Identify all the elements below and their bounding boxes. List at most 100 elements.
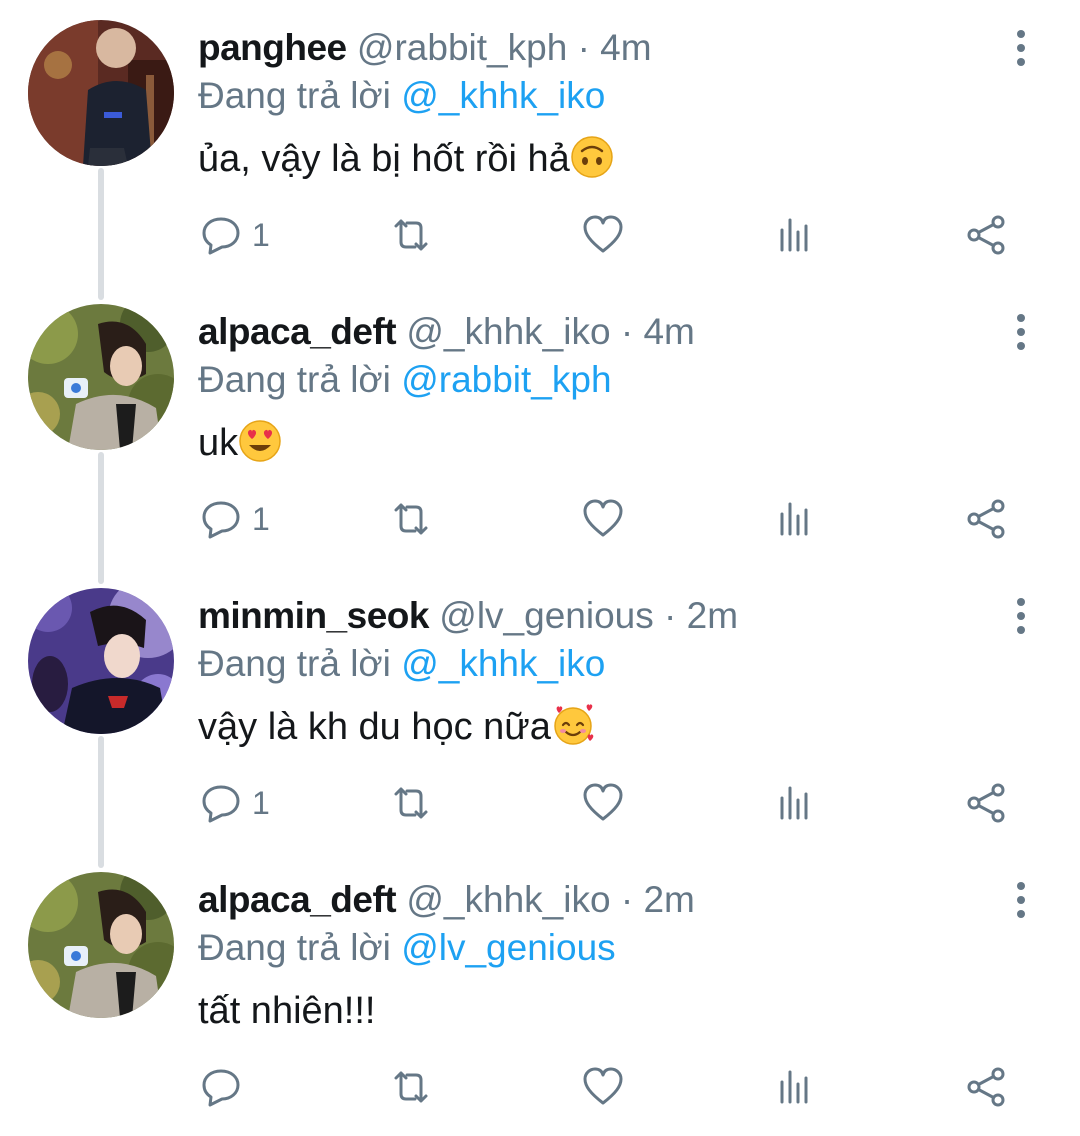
timestamp[interactable]: 2m: [643, 879, 694, 920]
replying-prefix: Đang trả lời: [198, 359, 391, 400]
share-icon: [967, 1067, 1005, 1107]
like-button[interactable]: [580, 778, 626, 828]
tweet[interactable]: panghee @rabbit_kph · 4m Đang trả lời @_…: [0, 0, 1080, 284]
retweet-button[interactable]: [388, 494, 434, 544]
tweet[interactable]: alpaca_deft @_khhk_iko · 4m Đang trả lời…: [0, 284, 1080, 568]
user-handle[interactable]: @lv_genious: [439, 595, 653, 636]
tweet[interactable]: minmin_seok @lv_genious · 2m Đang trả lờ…: [0, 568, 1080, 852]
analytics-icon: [780, 786, 808, 820]
more-vertical-icon: [1017, 598, 1025, 634]
reply-bubble-icon: [202, 785, 240, 823]
reply-bubble-icon: [202, 1069, 240, 1107]
replying-mention[interactable]: @lv_genious: [401, 927, 615, 968]
replying-to: Đang trả lời @_khhk_iko: [198, 72, 605, 120]
tweet-header: minmin_seok @lv_genious · 2m: [198, 592, 738, 640]
tweet[interactable]: alpaca_deft @_khhk_iko · 2m Đang trả lời…: [0, 852, 1080, 1136]
smiling-face-with-hearts-emoji: [551, 703, 595, 747]
like-button[interactable]: [580, 494, 626, 544]
reply-button[interactable]: 1: [198, 210, 270, 260]
reply-button[interactable]: [198, 1062, 252, 1112]
replying-prefix: Đang trả lời: [198, 927, 391, 968]
timestamp[interactable]: 4m: [600, 27, 651, 68]
avatar[interactable]: [28, 872, 174, 1018]
replying-mention[interactable]: @_khhk_iko: [401, 75, 605, 116]
tweet-text: tất nhiên!!!: [198, 985, 375, 1037]
user-handle[interactable]: @rabbit_kph: [357, 27, 567, 68]
user-handle[interactable]: @_khhk_iko: [406, 879, 610, 920]
tweet-text-content: vậy là kh du học nữa: [198, 706, 551, 748]
retweet-icon: [394, 219, 428, 251]
retweet-button[interactable]: [388, 778, 434, 828]
more-options-button[interactable]: [1004, 880, 1038, 920]
display-name[interactable]: panghee: [198, 27, 347, 68]
separator-dot: ·: [577, 27, 590, 68]
tweet-text: uk: [198, 417, 282, 469]
reply-bubble-icon: [202, 501, 240, 539]
reply-bubble-icon: [202, 217, 240, 255]
avatar[interactable]: [28, 588, 174, 734]
display-name[interactable]: alpaca_deft: [198, 879, 397, 920]
reply-count: 1: [252, 785, 270, 821]
tweet-text: ủa, vậy là bị hốt rồi hả: [198, 133, 614, 185]
more-options-button[interactable]: [1004, 596, 1038, 636]
analytics-icon: [780, 218, 808, 252]
more-options-button[interactable]: [1004, 312, 1038, 352]
analytics-button[interactable]: [772, 210, 818, 260]
separator-dot: ·: [664, 595, 677, 636]
display-name[interactable]: alpaca_deft: [198, 311, 397, 352]
tweet-header: alpaca_deft @_khhk_iko · 2m: [198, 876, 695, 924]
analytics-icon: [780, 502, 808, 536]
retweet-button[interactable]: [388, 1062, 434, 1112]
reply-count: 1: [252, 217, 270, 253]
analytics-button[interactable]: [772, 778, 818, 828]
more-vertical-icon: [1017, 314, 1025, 350]
tweet-text-content: uk: [198, 422, 239, 464]
retweet-icon: [394, 787, 428, 819]
share-icon: [967, 499, 1005, 539]
replying-mention[interactable]: @_khhk_iko: [401, 643, 605, 684]
retweet-icon: [394, 1071, 428, 1103]
replying-mention[interactable]: @rabbit_kph: [401, 359, 611, 400]
heart-eyes-face-emoji: [238, 419, 282, 463]
replying-to: Đang trả lời @_khhk_iko: [198, 640, 605, 688]
retweet-button[interactable]: [388, 210, 434, 260]
timestamp[interactable]: 2m: [687, 595, 738, 636]
share-icon: [967, 783, 1005, 823]
tweet-text-content: tất nhiên!!!: [198, 990, 376, 1032]
like-button[interactable]: [580, 210, 626, 260]
tweet-text: vậy là kh du học nữa: [198, 701, 595, 753]
separator-dot: ·: [620, 311, 634, 352]
display-name[interactable]: minmin_seok: [198, 595, 429, 636]
tweet-thread: panghee @rabbit_kph · 4m Đang trả lời @_…: [0, 0, 1080, 1132]
replying-prefix: Đang trả lời: [198, 75, 391, 116]
replying-prefix: Đang trả lời: [198, 643, 391, 684]
analytics-icon: [780, 1070, 808, 1104]
reply-button[interactable]: 1: [198, 494, 270, 544]
more-vertical-icon: [1017, 882, 1025, 918]
tweet-header: alpaca_deft @_khhk_iko · 4m: [198, 308, 695, 356]
upside-down-face-emoji: [570, 135, 614, 179]
timestamp[interactable]: 4m: [643, 311, 694, 352]
share-button[interactable]: [964, 494, 1010, 544]
reply-button[interactable]: 1: [198, 778, 270, 828]
avatar[interactable]: [28, 304, 174, 450]
user-handle[interactable]: @_khhk_iko: [406, 311, 610, 352]
analytics-button[interactable]: [772, 494, 818, 544]
heart-icon: [583, 215, 623, 253]
avatar[interactable]: [28, 20, 174, 166]
share-button[interactable]: [964, 1062, 1010, 1112]
like-button[interactable]: [580, 1062, 626, 1112]
separator-dot: ·: [620, 879, 634, 920]
replying-to: Đang trả lời @lv_genious: [198, 924, 616, 972]
analytics-button[interactable]: [772, 1062, 818, 1112]
replying-to: Đang trả lời @rabbit_kph: [198, 356, 612, 404]
heart-icon: [583, 1067, 623, 1105]
heart-icon: [583, 499, 623, 537]
share-icon: [967, 215, 1005, 255]
retweet-icon: [394, 503, 428, 535]
reply-count: 1: [252, 501, 270, 537]
share-button[interactable]: [964, 210, 1010, 260]
share-button[interactable]: [964, 778, 1010, 828]
heart-icon: [583, 783, 623, 821]
more-options-button[interactable]: [1004, 28, 1038, 68]
